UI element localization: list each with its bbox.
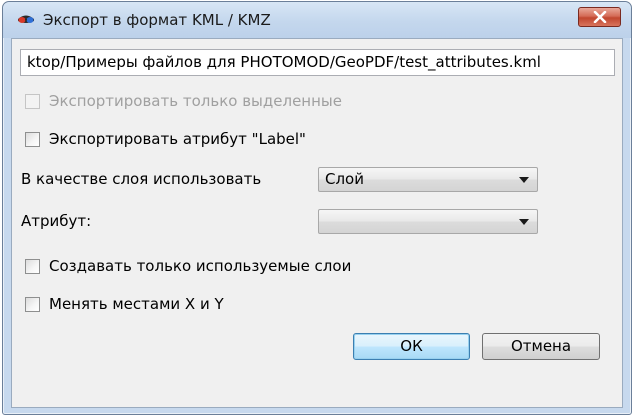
file-path-field[interactable]: ktop/Примеры файлов для PHOTOMOD/GeoPDF/… [20, 49, 615, 76]
export-selected-option: Экспортировать только выделенные [25, 91, 342, 111]
dialog-title: Экспорт в формат KML / KMZ [43, 11, 271, 29]
swap-xy-label: Менять местами X и Y [49, 295, 224, 313]
layer-source-select[interactable]: Слой [318, 167, 538, 192]
file-path-value: ktop/Примеры файлов для PHOTOMOD/GeoPDF/… [27, 53, 541, 71]
used-layers-label: Создавать только используемые слои [49, 257, 352, 275]
export-selected-checkbox[interactable] [25, 93, 40, 109]
dialog-body: ktop/Примеры файлов для PHOTOMOD/GeoPDF/… [11, 38, 623, 408]
attribute-label: Атрибут: [21, 212, 92, 230]
attribute-select[interactable] [318, 209, 538, 234]
title-bar[interactable]: Экспорт в формат KML / KMZ [3, 2, 631, 38]
swap-xy-checkbox[interactable] [25, 296, 40, 312]
export-label-attr-label: Экспортировать атрибут "Label" [49, 130, 306, 148]
chevron-down-icon [519, 177, 529, 183]
export-label-attr-checkbox[interactable] [25, 131, 40, 147]
export-label-attr-option[interactable]: Экспортировать атрибут "Label" [25, 129, 306, 149]
export-kml-dialog: Экспорт в формат KML / KMZ ktop/Примеры … [2, 1, 632, 415]
used-layers-checkbox[interactable] [25, 258, 40, 274]
export-selected-label: Экспортировать только выделенные [49, 92, 342, 110]
close-button[interactable] [578, 7, 621, 27]
ok-button[interactable]: ОК [353, 333, 470, 360]
swap-xy-option[interactable]: Менять местами X и Y [25, 294, 224, 314]
close-icon [593, 8, 607, 27]
cancel-button[interactable]: Отмена [482, 333, 600, 360]
chevron-down-icon [519, 219, 529, 225]
layer-source-label: В качестве слоя использовать [21, 170, 262, 188]
used-layers-option[interactable]: Создавать только используемые слои [25, 256, 351, 276]
photomod-glasses-icon [17, 12, 35, 28]
layer-source-value: Слой [325, 170, 364, 188]
